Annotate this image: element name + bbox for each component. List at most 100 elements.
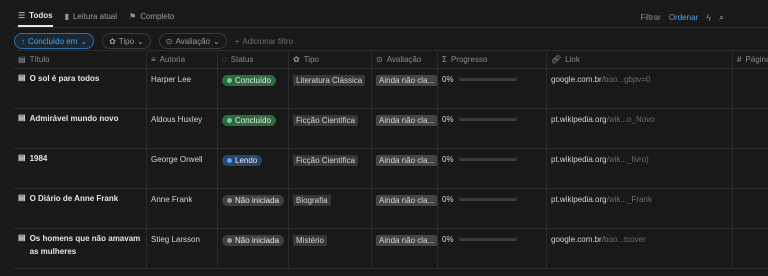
link-path: /boo...tcover [601,235,646,244]
status-label: Não iniciada [235,236,280,245]
tag-icon: ✿ [109,36,116,46]
filter-chip-avaliacao[interactable]: ⊙ Avaliação ⌄ [158,33,227,49]
type-cell[interactable]: Biografia [289,189,372,228]
rating-cell[interactable]: Ainda não cla... [372,69,438,108]
type-cell[interactable]: Literatura Clássica [289,69,372,108]
link-cell[interactable]: pt.wikipedia.org/wik..._livro) [547,149,733,188]
link-domain: google.com.br [551,235,602,244]
author-cell[interactable]: Stieg Larsson [147,229,218,268]
column-label: Status [230,55,254,64]
progress-cell: 0% [438,69,547,108]
status-label: Lendo [235,156,258,165]
column-header-link[interactable]: 🔗︎ Link [547,51,733,68]
type-cell[interactable]: Ficção Científica [289,109,372,148]
author-cell[interactable]: Aldous Huxley [147,109,218,148]
table-row[interactable]: ▤ 1984 George Orwell Lendo Ficção Cientí… [14,149,768,189]
column-header-titulo[interactable]: ▤ Título [14,51,147,68]
hash-icon: # [737,54,742,64]
progress-cell: 0% [438,229,547,268]
bolt-icon[interactable]: ϟ [706,13,711,23]
book-title: 1984 [29,154,48,163]
column-header-autoria[interactable]: ≡ Autoria [147,51,218,68]
table-row[interactable]: ▤ Os homens que não amavam as mulheres S… [14,229,768,269]
column-label: Tipo [303,55,319,64]
tab-leitura-atual[interactable]: ▮ Leitura atual [65,11,117,27]
status-cell[interactable]: Não iniciada [218,189,289,228]
page-cell[interactable] [733,69,768,108]
arrow-up-icon: ↑ [21,36,25,46]
link-cell[interactable]: pt.wikipedia.org/wik..._Frank [547,189,733,228]
type-cell[interactable]: Ficção Científica [289,149,372,188]
books-table: ▤ Título ≡ Autoria ◌ Status ✿ Tipo ⊙ Avaliaçã… [14,50,768,269]
rating-cell[interactable]: Ainda não cla... [372,149,438,188]
link-path: /wik..._Frank [606,195,652,204]
link-cell[interactable]: pt.wikipedia.org/wik...o_Novo [547,109,733,148]
column-header-tipo[interactable]: ✿ Tipo [289,51,372,68]
page-cell[interactable] [733,109,768,148]
tab-completo[interactable]: ⚑ Completo [129,11,174,27]
column-label: Autoria [159,55,186,64]
column-label: Título [29,55,50,64]
filter-button[interactable]: Filtrar [640,13,660,22]
title-cell[interactable]: ▤ Admirável mundo novo [14,109,147,148]
page-cell[interactable] [733,229,768,268]
type-tag: Mistério [293,235,328,246]
column-header-avaliacao[interactable]: ⊙ Avaliação [372,51,438,68]
search-icon[interactable]: ⌕ [719,12,724,23]
link-cell[interactable]: google.com.br/boo...gbpv=0 [547,69,733,108]
table-row[interactable]: ▤ O Diário de Anne Frank Anne Frank Não … [14,189,768,229]
progress: 0% [442,115,542,124]
title-cell[interactable]: ▤ O Diário de Anne Frank [14,189,147,228]
page-cell[interactable] [733,189,768,228]
page-cell[interactable] [733,149,768,188]
rating-cell[interactable]: Ainda não cla... [372,189,438,228]
rating-cell[interactable]: Ainda não cla... [372,109,438,148]
table-row[interactable]: ▤ Admirável mundo novo Aldous Huxley Con… [14,109,768,149]
title-cell[interactable]: ▤ Os homens que não amavam as mulheres [14,229,147,268]
progress-value: 0% [442,155,454,164]
table-row[interactable]: ▤ O sol é para todos Harper Lee Concluíd… [14,69,768,109]
column-header-status[interactable]: ◌ Status [218,51,289,68]
progress-cell: 0% [438,189,547,228]
progress-value: 0% [442,75,454,84]
book-title: Admirável mundo novo [29,114,119,123]
sort-button[interactable]: Ordenar [669,13,698,22]
author-cell[interactable]: George Orwell [147,149,218,188]
plus-icon: + [234,36,240,46]
circle-arrow-icon: ⊙ [165,36,173,46]
title-cell[interactable]: ▤ O sol é para todos [14,69,147,108]
column-label: Avaliação [386,55,422,64]
text-icon: ▤ [18,54,26,64]
status-cell[interactable]: Não iniciada [218,229,289,268]
author-cell[interactable]: Anne Frank [147,189,218,228]
progress: 0% [442,155,542,164]
column-header-pagina[interactable]: # Página [733,51,768,68]
status-cell[interactable]: Concluído [218,109,289,148]
link-cell[interactable]: google.com.br/boo...tcover [547,229,733,268]
view-tabs: ☰ Todos ▮ Leitura atual ⚑ Completo [18,11,174,27]
status-cell[interactable]: Lendo [218,149,289,188]
page-icon: ▤ [18,153,26,162]
column-label: Página [745,55,768,64]
filter-chip-concluido-em[interactable]: ↑ Concluído em ⌄ [14,33,95,49]
add-filter-button[interactable]: + Adicionar filtro [235,37,293,46]
status-icon: ◌ [222,54,227,64]
type-cell[interactable]: Mistério [289,229,372,268]
tab-todos[interactable]: ☰ Todos [18,11,53,27]
progress-value: 0% [442,115,454,124]
filter-chip-label: Avaliação [175,36,210,46]
link-path: /wik..._livro) [606,155,649,164]
title-cell[interactable]: ▤ 1984 [14,149,147,188]
author-cell[interactable]: Harper Lee [147,69,218,108]
chevron-down-icon: ⌄ [80,36,88,46]
tag-icon: ✿ [293,54,300,64]
filter-chip-tipo[interactable]: ✿ Tipo ⌄ [102,33,151,49]
status-label: Concluído [235,76,272,85]
rating-cell[interactable]: Ainda não cla... [372,229,438,268]
link-path: /boo...gbpv=0 [601,75,651,84]
text-icon: ≡ [151,54,156,64]
status-cell[interactable]: Concluído [218,69,289,108]
progress-bar [458,158,517,161]
progress-cell: 0% [438,109,547,148]
column-header-progresso[interactable]: Σ Progresso [438,51,547,68]
